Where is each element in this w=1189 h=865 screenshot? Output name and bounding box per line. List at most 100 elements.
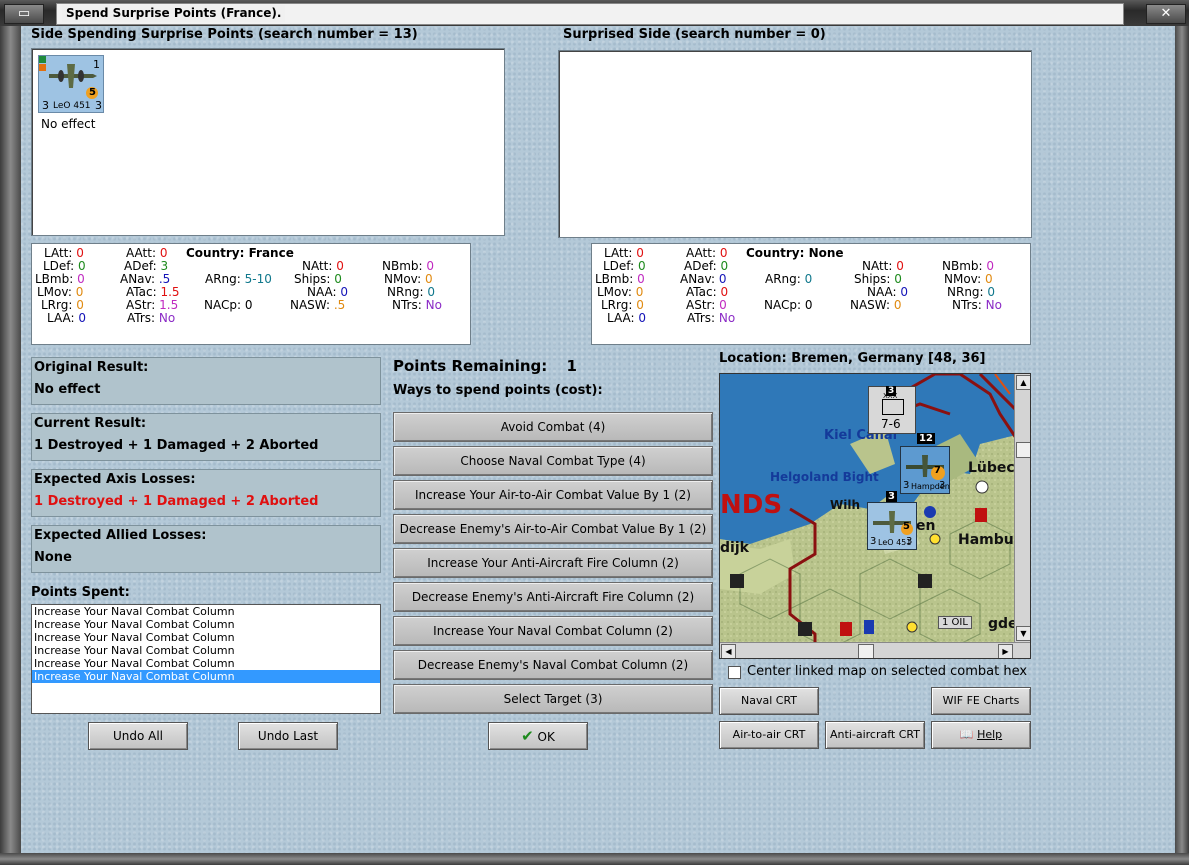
stat-arng-value: 5-10 — [244, 272, 272, 286]
stat-nasw-label: NASW: — [290, 298, 331, 312]
stat-latt-value: 0 — [636, 246, 644, 260]
axis-losses-title: Expected Axis Losses: — [34, 472, 196, 487]
stat-nacp-label: NACp: — [764, 298, 802, 312]
stat-naa-value: 0 — [900, 285, 909, 299]
stat-ships-label: Ships: — [294, 272, 331, 286]
decrease-enemy-air-to-air-button[interactable]: Decrease Enemy's Air-to-Air Combat Value… — [393, 514, 713, 544]
stat-nmov-value: 0 — [985, 272, 993, 286]
location-label: Location: Bremen, Germany [48, 36] — [719, 351, 986, 366]
unit-counter-leo451[interactable]: 1 5 3 LeO 451 3 — [38, 55, 104, 113]
scroll-up-icon[interactable]: ▲ — [1016, 375, 1030, 390]
stat-ships-label: Ships: — [854, 272, 891, 286]
naval-crt-button[interactable]: Naval CRT — [719, 687, 819, 715]
hampden-right-value: 3 — [939, 480, 946, 491]
increase-aa-fire-button[interactable]: Increase Your Anti-Aircraft Fire Column … — [393, 548, 713, 578]
stat-astr-label: AStr: — [686, 298, 716, 312]
hampden-top-value: 12 — [917, 433, 935, 444]
stat-natt-label: NAtt: — [302, 259, 333, 273]
stat-aatt-label: AAtt: — [686, 246, 716, 260]
decrease-enemy-aa-fire-button[interactable]: Decrease Enemy's Anti-Aircraft Fire Colu… — [393, 582, 713, 612]
stat-lmov-label: LMov: — [37, 285, 72, 299]
current-result-title: Current Result: — [34, 416, 147, 431]
air-to-air-crt-button[interactable]: Air-to-air CRT — [719, 721, 819, 749]
stat-lmov-value: 0 — [635, 285, 644, 299]
stat-laa-label: LAA: — [47, 311, 75, 325]
stat-nrng-value: 0 — [987, 285, 996, 299]
surprised-side-heading: Surprised Side (search number = 0) — [563, 27, 826, 42]
vertical-scroll-thumb[interactable] — [1016, 442, 1030, 458]
scroll-right-icon[interactable]: ▶ — [998, 644, 1013, 658]
stat-arng-label: ARng: — [765, 272, 801, 286]
stat-nacp-value: 0 — [804, 298, 813, 312]
stat-lrrg-label: LRrg: — [601, 298, 633, 312]
stat-country: Country: None — [746, 246, 844, 260]
points-spent-list[interactable]: Increase Your Naval Combat Column Increa… — [31, 604, 381, 714]
list-item[interactable]: Increase Your Naval Combat Column — [32, 618, 380, 631]
window-frame-bottom — [0, 853, 1189, 865]
unit-right-value: 3 — [95, 99, 102, 112]
stat-nbmb-label: NBmb: — [942, 259, 983, 273]
list-item[interactable]: Increase Your Naval Combat Column — [32, 605, 380, 618]
stat-anav-value: 0 — [718, 272, 727, 286]
map-label-dijk: dijk — [720, 540, 749, 556]
unit-badge: 5 — [89, 87, 96, 98]
list-item-selected[interactable]: Increase Your Naval Combat Column — [32, 670, 380, 683]
wif-fe-charts-button[interactable]: WIF FE Charts — [931, 687, 1031, 715]
stat-nasw-value: .5 — [333, 298, 346, 312]
stat-naa-label: NAA: — [867, 285, 897, 299]
stat-nbmb-label: NBmb: — [382, 259, 423, 273]
map-horizontal-scrollbar[interactable]: ◀ ▶ — [720, 642, 1030, 658]
undo-all-button[interactable]: Undo All — [88, 722, 188, 750]
stat-nrng-label: NRng: — [387, 285, 424, 299]
map-view[interactable]: Kiel Canal Helgoland Bight Lübec Wilh en… — [719, 373, 1031, 659]
stat-naa-value: 0 — [340, 285, 349, 299]
original-result-value: No effect — [34, 382, 101, 397]
stat-lbmb-label: LBmb: — [595, 272, 634, 286]
stat-ships-value: 0 — [894, 272, 902, 286]
stat-anav-label: ANav: — [120, 272, 156, 286]
stat-astr-label: AStr: — [126, 298, 156, 312]
anti-aircraft-crt-button[interactable]: Anti-aircraft CRT — [825, 721, 925, 749]
stat-natt-value: 0 — [896, 259, 904, 273]
list-item[interactable]: Increase Your Naval Combat Column — [32, 631, 380, 644]
stat-nacp-label: NACp: — [204, 298, 242, 312]
map-vertical-scrollbar[interactable]: ▲ ▼ — [1014, 374, 1030, 642]
stat-nbmb-value: 0 — [426, 259, 435, 273]
map-unit-hq[interactable]: 3 XXX 7-6 — [868, 386, 916, 434]
stat-adef-value: 0 — [720, 259, 729, 273]
window-frame-left — [0, 26, 21, 865]
help-button[interactable]: 📖 Help — [931, 721, 1031, 749]
increase-naval-combat-button[interactable]: Increase Your Naval Combat Column (2) — [393, 616, 713, 646]
original-result-panel: Original Result: No effect — [31, 357, 381, 405]
decrease-enemy-naval-combat-button[interactable]: Decrease Enemy's Naval Combat Column (2) — [393, 650, 713, 680]
center-linked-map-label: Center linked map on selected combat hex — [747, 664, 1028, 679]
stat-natt-value: 0 — [336, 259, 344, 273]
allied-losses-panel: Expected Allied Losses: None — [31, 525, 381, 573]
window-menu-button[interactable]: ▭ — [4, 4, 44, 24]
stat-aatt-label: AAtt: — [126, 246, 156, 260]
hampden-left-value: 3 — [903, 480, 910, 491]
stat-nrng-value: 0 — [427, 285, 436, 299]
choose-naval-combat-type-button[interactable]: Choose Naval Combat Type (4) — [393, 446, 713, 476]
horizontal-scroll-thumb[interactable] — [858, 644, 874, 658]
stat-ntrs-label: NTrs: — [952, 298, 982, 312]
list-item[interactable]: Increase Your Naval Combat Column — [32, 644, 380, 657]
points-spent-title: Points Spent: — [31, 585, 130, 600]
ok-button[interactable]: ✔ OK — [488, 722, 588, 750]
stat-lbmb-value: 0 — [77, 272, 85, 286]
map-label-wilhelmshaven: Wilh — [830, 498, 861, 512]
stat-nmov-label: NMov: — [384, 272, 422, 286]
center-linked-map-checkbox[interactable] — [728, 666, 741, 679]
select-target-button[interactable]: Select Target (3) — [393, 684, 713, 714]
close-button[interactable]: ✕ — [1146, 4, 1186, 24]
map-label-bremen: en — [916, 518, 936, 534]
list-item[interactable]: Increase Your Naval Combat Column — [32, 657, 380, 670]
scroll-down-icon[interactable]: ▼ — [1016, 626, 1030, 641]
increase-air-to-air-button[interactable]: Increase Your Air-to-Air Combat Value By… — [393, 480, 713, 510]
stat-naa-label: NAA: — [307, 285, 337, 299]
map-unit-hampden[interactable]: 12 7 3 Hampden 3 — [900, 433, 950, 494]
avoid-combat-button[interactable]: Avoid Combat (4) — [393, 412, 713, 442]
map-unit-leo451[interactable]: 3 5 3 LeO 451 3 — [867, 491, 917, 550]
scroll-left-icon[interactable]: ◀ — [721, 644, 736, 658]
undo-last-button[interactable]: Undo Last — [238, 722, 338, 750]
